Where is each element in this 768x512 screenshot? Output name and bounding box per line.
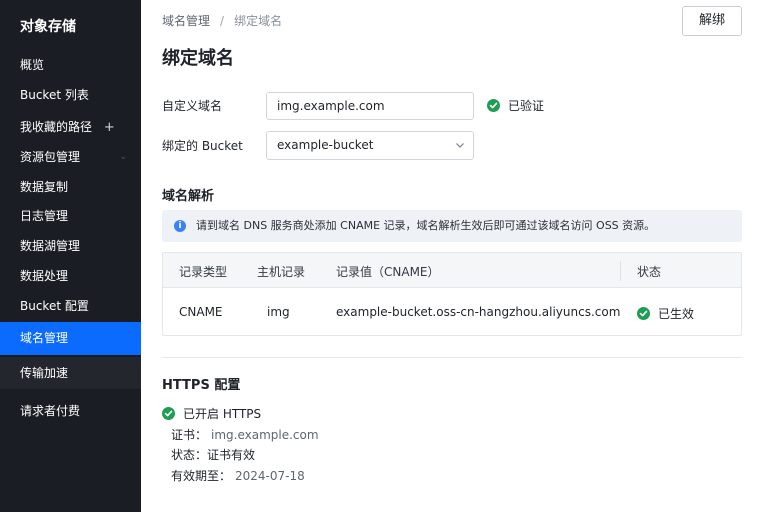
sidebar-item-requester-pays[interactable]: 请求者付费 xyxy=(0,396,141,426)
sidebar-item-label: 概览 xyxy=(20,58,45,72)
column-header-type: 记录类型 xyxy=(179,265,228,279)
column-divider xyxy=(620,261,621,281)
bucket-select[interactable]: example-bucket xyxy=(266,131,474,160)
sidebar-item-label: 传输加速 xyxy=(20,366,69,380)
check-circle-icon xyxy=(637,307,650,320)
dns-info-text: 请到域名 DNS 服务商处添加 CNAME 记录，域名解析生效后即可通过该域名访… xyxy=(196,219,656,232)
sidebar-item-label: 日志管理 xyxy=(20,209,69,223)
sidebar-item-bucket-config[interactable]: Bucket 配置 xyxy=(0,291,141,321)
sidebar-item-label: 资源包管理 xyxy=(20,150,81,164)
column-header-status: 状态 xyxy=(637,265,662,279)
chevron-down-icon: ⌄ xyxy=(119,152,127,162)
cert-detail: 证书： img.example.com xyxy=(171,426,319,443)
sidebar-item-label: Bucket 列表 xyxy=(20,88,89,102)
https-enabled-status: 已开启 HTTPS xyxy=(162,405,261,422)
sidebar-item-label: 数据湖管理 xyxy=(20,239,81,253)
cert-status-value: 证书有效 xyxy=(207,448,256,462)
page-title: 绑定域名 xyxy=(162,48,234,69)
sidebar-item-bucket-list[interactable]: Bucket 列表 xyxy=(0,80,141,110)
cert-value: img.example.com xyxy=(211,428,319,442)
unbind-button[interactable]: 解绑 xyxy=(682,6,742,36)
info-icon: i xyxy=(174,220,186,232)
sidebar-item-log-management[interactable]: 日志管理 xyxy=(0,201,141,231)
column-header-host: 主机记录 xyxy=(257,265,306,279)
cert-expiry-label: 有效期至： xyxy=(171,469,232,483)
cert-status-label: 状态： xyxy=(171,448,208,462)
sidebar: 对象存储 概览 Bucket 列表 我收藏的路径 + 资源包管理 ⌄ 数据复制 … xyxy=(0,0,141,512)
verified-status: 已验证 xyxy=(487,97,544,114)
record-type-cell: CNAME xyxy=(179,305,223,319)
cert-label: 证书： xyxy=(171,428,208,442)
breadcrumb: 域名管理 / 绑定域名 xyxy=(162,12,282,29)
breadcrumb-parent-link[interactable]: 域名管理 xyxy=(162,14,210,28)
sidebar-item-label: 数据处理 xyxy=(20,269,69,283)
record-status-cell: 已生效 xyxy=(637,305,694,322)
https-section-title: HTTPS 配置 xyxy=(162,378,241,393)
sidebar-item-favorite-paths[interactable]: 我收藏的路径 + xyxy=(0,112,141,142)
sidebar-item-domain-management[interactable]: 域名管理 xyxy=(0,322,141,355)
sidebar-item-resource-packages[interactable]: 资源包管理 ⌄ xyxy=(0,142,141,172)
dns-record-table: 记录类型 主机记录 记录值（CNAME） 状态 CNAME img exampl… xyxy=(162,252,742,336)
product-title: 对象存储 xyxy=(20,19,76,35)
sidebar-item-overview[interactable]: 概览 xyxy=(0,50,141,80)
bucket-select-value: example-bucket xyxy=(277,138,374,152)
domain-label: 自定义域名 xyxy=(162,99,223,113)
cert-expiry-detail: 有效期至： 2024-07-18 xyxy=(171,467,305,484)
cert-status-detail: 状态：证书有效 xyxy=(171,446,255,463)
sidebar-item-transfer-acceleration[interactable]: 传输加速 xyxy=(0,357,141,389)
dns-section-title: 域名解析 xyxy=(162,189,215,204)
add-favorite-icon[interactable]: + xyxy=(104,120,115,135)
cert-expiry-value: 2024-07-18 xyxy=(235,469,305,483)
chevron-down-icon xyxy=(456,143,464,148)
record-value-cell: example-bucket.oss-cn-hangzhou.aliyuncs.… xyxy=(336,305,621,319)
sidebar-item-label: 我收藏的路径 xyxy=(20,120,93,134)
sidebar-item-data-processing[interactable]: 数据处理 xyxy=(0,261,141,291)
sidebar-item-label: Bucket 配置 xyxy=(20,299,89,313)
main-content: 域名管理 / 绑定域名 解绑 绑定域名 自定义域名 img.example.com … xyxy=(141,0,768,512)
bucket-label: 绑定的 Bucket xyxy=(162,139,243,153)
breadcrumb-separator: / xyxy=(220,14,225,28)
verified-text: 已验证 xyxy=(508,99,545,113)
check-circle-icon xyxy=(487,99,500,112)
column-header-value: 记录值（CNAME） xyxy=(336,265,440,279)
domain-input[interactable]: img.example.com xyxy=(266,92,474,120)
sidebar-item-data-replication[interactable]: 数据复制 xyxy=(0,172,141,202)
sidebar-item-data-lake[interactable]: 数据湖管理 xyxy=(0,231,141,261)
dns-info-alert: i 请到域名 DNS 服务商处添加 CNAME 记录，域名解析生效后即可通过该域… xyxy=(162,210,742,242)
section-divider xyxy=(162,357,742,358)
sidebar-item-label: 数据复制 xyxy=(20,180,69,194)
check-circle-icon xyxy=(162,407,175,420)
record-host-cell: img xyxy=(267,305,290,319)
breadcrumb-current: 绑定域名 xyxy=(234,14,283,28)
sidebar-item-label: 域名管理 xyxy=(20,331,69,345)
table-header: 记录类型 主机记录 记录值（CNAME） 状态 xyxy=(163,253,741,288)
record-status-text: 已生效 xyxy=(658,307,695,321)
sidebar-item-label: 请求者付费 xyxy=(20,404,81,418)
https-enabled-text: 已开启 HTTPS xyxy=(183,407,262,421)
